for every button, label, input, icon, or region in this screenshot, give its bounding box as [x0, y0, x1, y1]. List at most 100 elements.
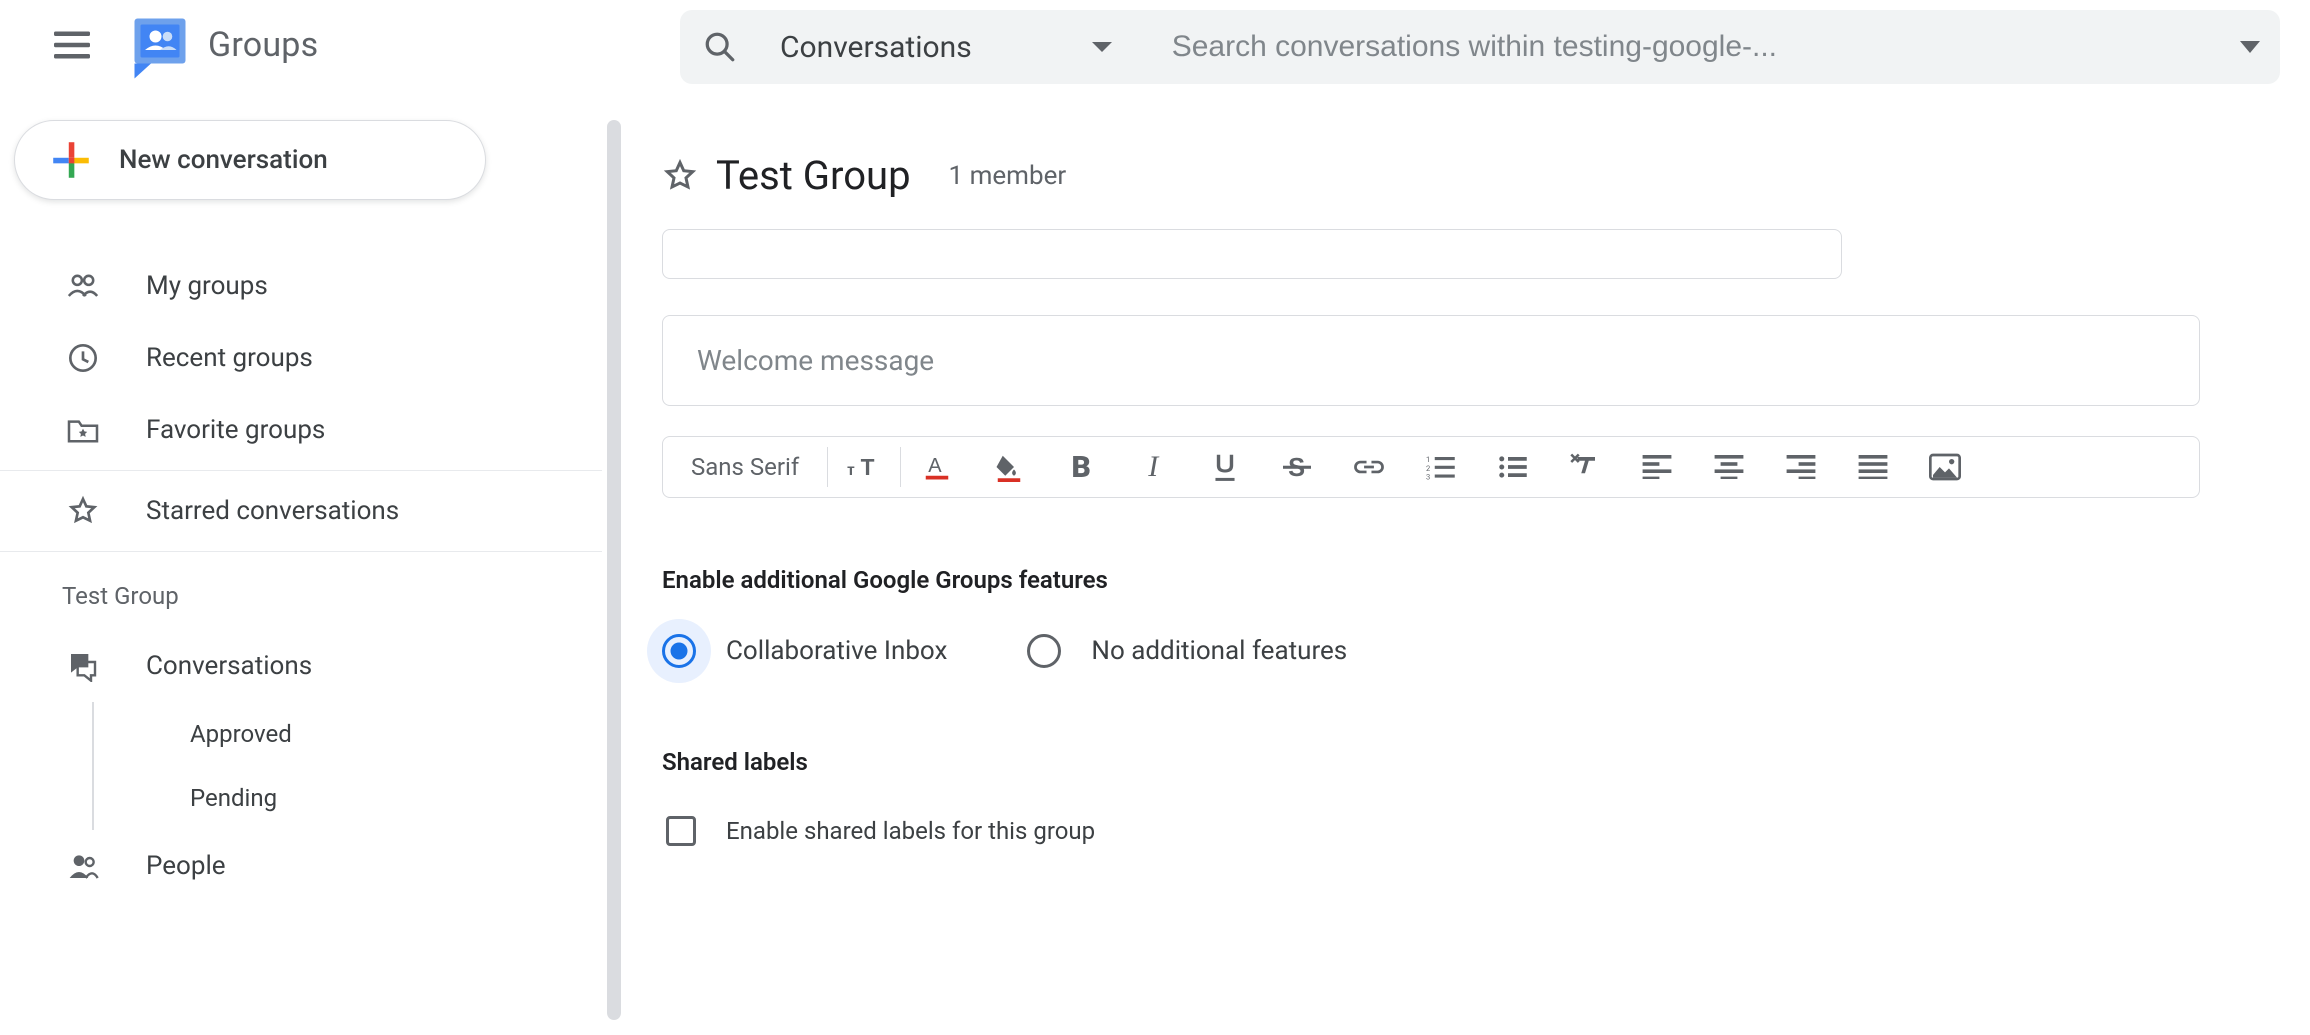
- main-menu-button[interactable]: [48, 21, 96, 69]
- search-icon: [703, 30, 737, 64]
- sidebar-item-recent-groups[interactable]: Recent groups: [0, 322, 602, 394]
- caret-down-icon: [1092, 42, 1112, 52]
- svg-text:T: T: [861, 454, 875, 480]
- font-size-icon: тT: [847, 454, 881, 480]
- font-family-dropdown[interactable]: Sans Serif: [691, 447, 828, 487]
- main-content: Test Group 1 member Welcome message Sans…: [662, 152, 2280, 846]
- new-conversation-button[interactable]: New conversation: [14, 120, 486, 200]
- clear-formatting-button[interactable]: [1549, 443, 1621, 491]
- shared-labels-section-title: Shared labels: [662, 748, 2280, 776]
- search-scope-dropdown[interactable]: Conversations: [760, 10, 1132, 84]
- link-button[interactable]: [1333, 443, 1405, 491]
- conversations-icon: [64, 647, 102, 685]
- search-scope-label: Conversations: [780, 30, 972, 65]
- radio-label: Collaborative Inbox: [726, 636, 947, 666]
- caret-down-icon: [2240, 41, 2260, 53]
- welcome-placeholder: Welcome message: [697, 344, 934, 377]
- highlight-color-button[interactable]: [973, 443, 1045, 491]
- underline-button[interactable]: [1189, 443, 1261, 491]
- italic-button[interactable]: I: [1117, 443, 1189, 491]
- svg-text:1: 1: [1426, 455, 1430, 464]
- people-icon: [64, 267, 102, 305]
- new-conversation-label: New conversation: [119, 145, 328, 175]
- numbered-list-icon: 123: [1426, 454, 1456, 480]
- image-icon: [1929, 453, 1961, 481]
- text-color-icon: A: [922, 452, 952, 482]
- svg-text:2: 2: [1426, 464, 1430, 473]
- align-left-button[interactable]: [1621, 443, 1693, 491]
- svg-text:3: 3: [1426, 473, 1430, 481]
- sidebar-item-people[interactable]: People: [0, 830, 602, 902]
- svg-text:т: т: [847, 462, 855, 479]
- rich-text-toolbar: Sans Serif тT A B I S 123: [662, 436, 2200, 498]
- nav-label: Approved: [190, 720, 292, 748]
- sidebar-item-favorite-groups[interactable]: Favorite groups: [0, 394, 602, 466]
- plus-icon: [51, 140, 91, 180]
- product-name: Groups: [208, 25, 318, 65]
- checkbox-label: Enable shared labels for this group: [726, 817, 1095, 845]
- star-folder-icon: [64, 411, 102, 449]
- strikethrough-button[interactable]: S: [1261, 443, 1333, 491]
- shared-labels-checkbox[interactable]: [666, 816, 696, 846]
- menu-icon: [54, 31, 90, 59]
- bulleted-list-icon: [1498, 454, 1528, 480]
- features-section-title: Enable additional Google Groups features: [662, 566, 2280, 594]
- nav-label: Pending: [190, 784, 277, 812]
- radio-label: No additional features: [1091, 636, 1347, 666]
- insert-image-button[interactable]: [1909, 443, 1981, 491]
- star-icon: [64, 492, 102, 530]
- vertical-scrollbar[interactable]: [607, 120, 621, 1020]
- product-logo[interactable]: Groups: [130, 15, 318, 75]
- group-title: Test Group: [716, 152, 911, 199]
- sidebar-group-name: Test Group: [0, 582, 602, 610]
- radio-collaborative-inbox[interactable]: Collaborative Inbox: [662, 634, 947, 668]
- align-left-icon: [1642, 455, 1672, 479]
- svg-text:A: A: [928, 455, 942, 477]
- strikethrough-icon: S: [1283, 454, 1311, 480]
- star-outline-icon: [662, 158, 698, 194]
- nav-label: My groups: [146, 271, 268, 301]
- clear-format-icon: [1570, 453, 1600, 481]
- welcome-message-field[interactable]: Welcome message: [662, 315, 2200, 406]
- features-radio-group: Collaborative Inbox No additional featur…: [662, 634, 2280, 668]
- nav-label: Recent groups: [146, 343, 313, 373]
- nav-label: People: [146, 851, 226, 881]
- clock-icon: [64, 339, 102, 377]
- search-options-dropdown[interactable]: [2220, 10, 2280, 84]
- fill-color-icon: [994, 452, 1024, 482]
- search-bar: Conversations: [680, 10, 2280, 84]
- group-header: Test Group 1 member: [662, 152, 2280, 199]
- sidebar-subitem-approved[interactable]: Approved: [92, 702, 602, 766]
- divider: [0, 470, 602, 471]
- radio-icon: [1027, 634, 1061, 668]
- people-icon: [64, 847, 102, 885]
- numbered-list-button[interactable]: 123: [1405, 443, 1477, 491]
- search-button[interactable]: [680, 10, 760, 84]
- align-right-button[interactable]: [1765, 443, 1837, 491]
- underline-icon: [1211, 452, 1239, 482]
- sidebar-item-starred-conversations[interactable]: Starred conversations: [0, 475, 602, 547]
- member-count: 1 member: [949, 161, 1067, 191]
- radio-no-additional-features[interactable]: No additional features: [1027, 634, 1347, 668]
- link-icon: [1353, 457, 1385, 477]
- bold-button[interactable]: B: [1045, 443, 1117, 491]
- sidebar-subitem-pending[interactable]: Pending: [92, 766, 602, 830]
- divider: [0, 551, 602, 552]
- align-justify-button[interactable]: [1837, 443, 1909, 491]
- sidebar-item-conversations[interactable]: Conversations: [0, 630, 602, 702]
- groups-logo-icon: [130, 15, 190, 75]
- nav-label: Favorite groups: [146, 415, 325, 445]
- bulleted-list-button[interactable]: [1477, 443, 1549, 491]
- radio-icon: [662, 634, 696, 668]
- nav-label: Conversations: [146, 651, 312, 681]
- star-group-button[interactable]: [662, 158, 698, 194]
- sidebar: New conversation My groups Recent groups…: [0, 120, 602, 902]
- text-color-button[interactable]: A: [901, 443, 973, 491]
- align-center-button[interactable]: [1693, 443, 1765, 491]
- font-size-button[interactable]: тT: [828, 443, 900, 491]
- align-right-icon: [1786, 455, 1816, 479]
- search-input[interactable]: [1132, 30, 2220, 64]
- align-center-icon: [1714, 455, 1744, 479]
- subject-field[interactable]: [662, 229, 1842, 279]
- sidebar-item-my-groups[interactable]: My groups: [0, 250, 602, 322]
